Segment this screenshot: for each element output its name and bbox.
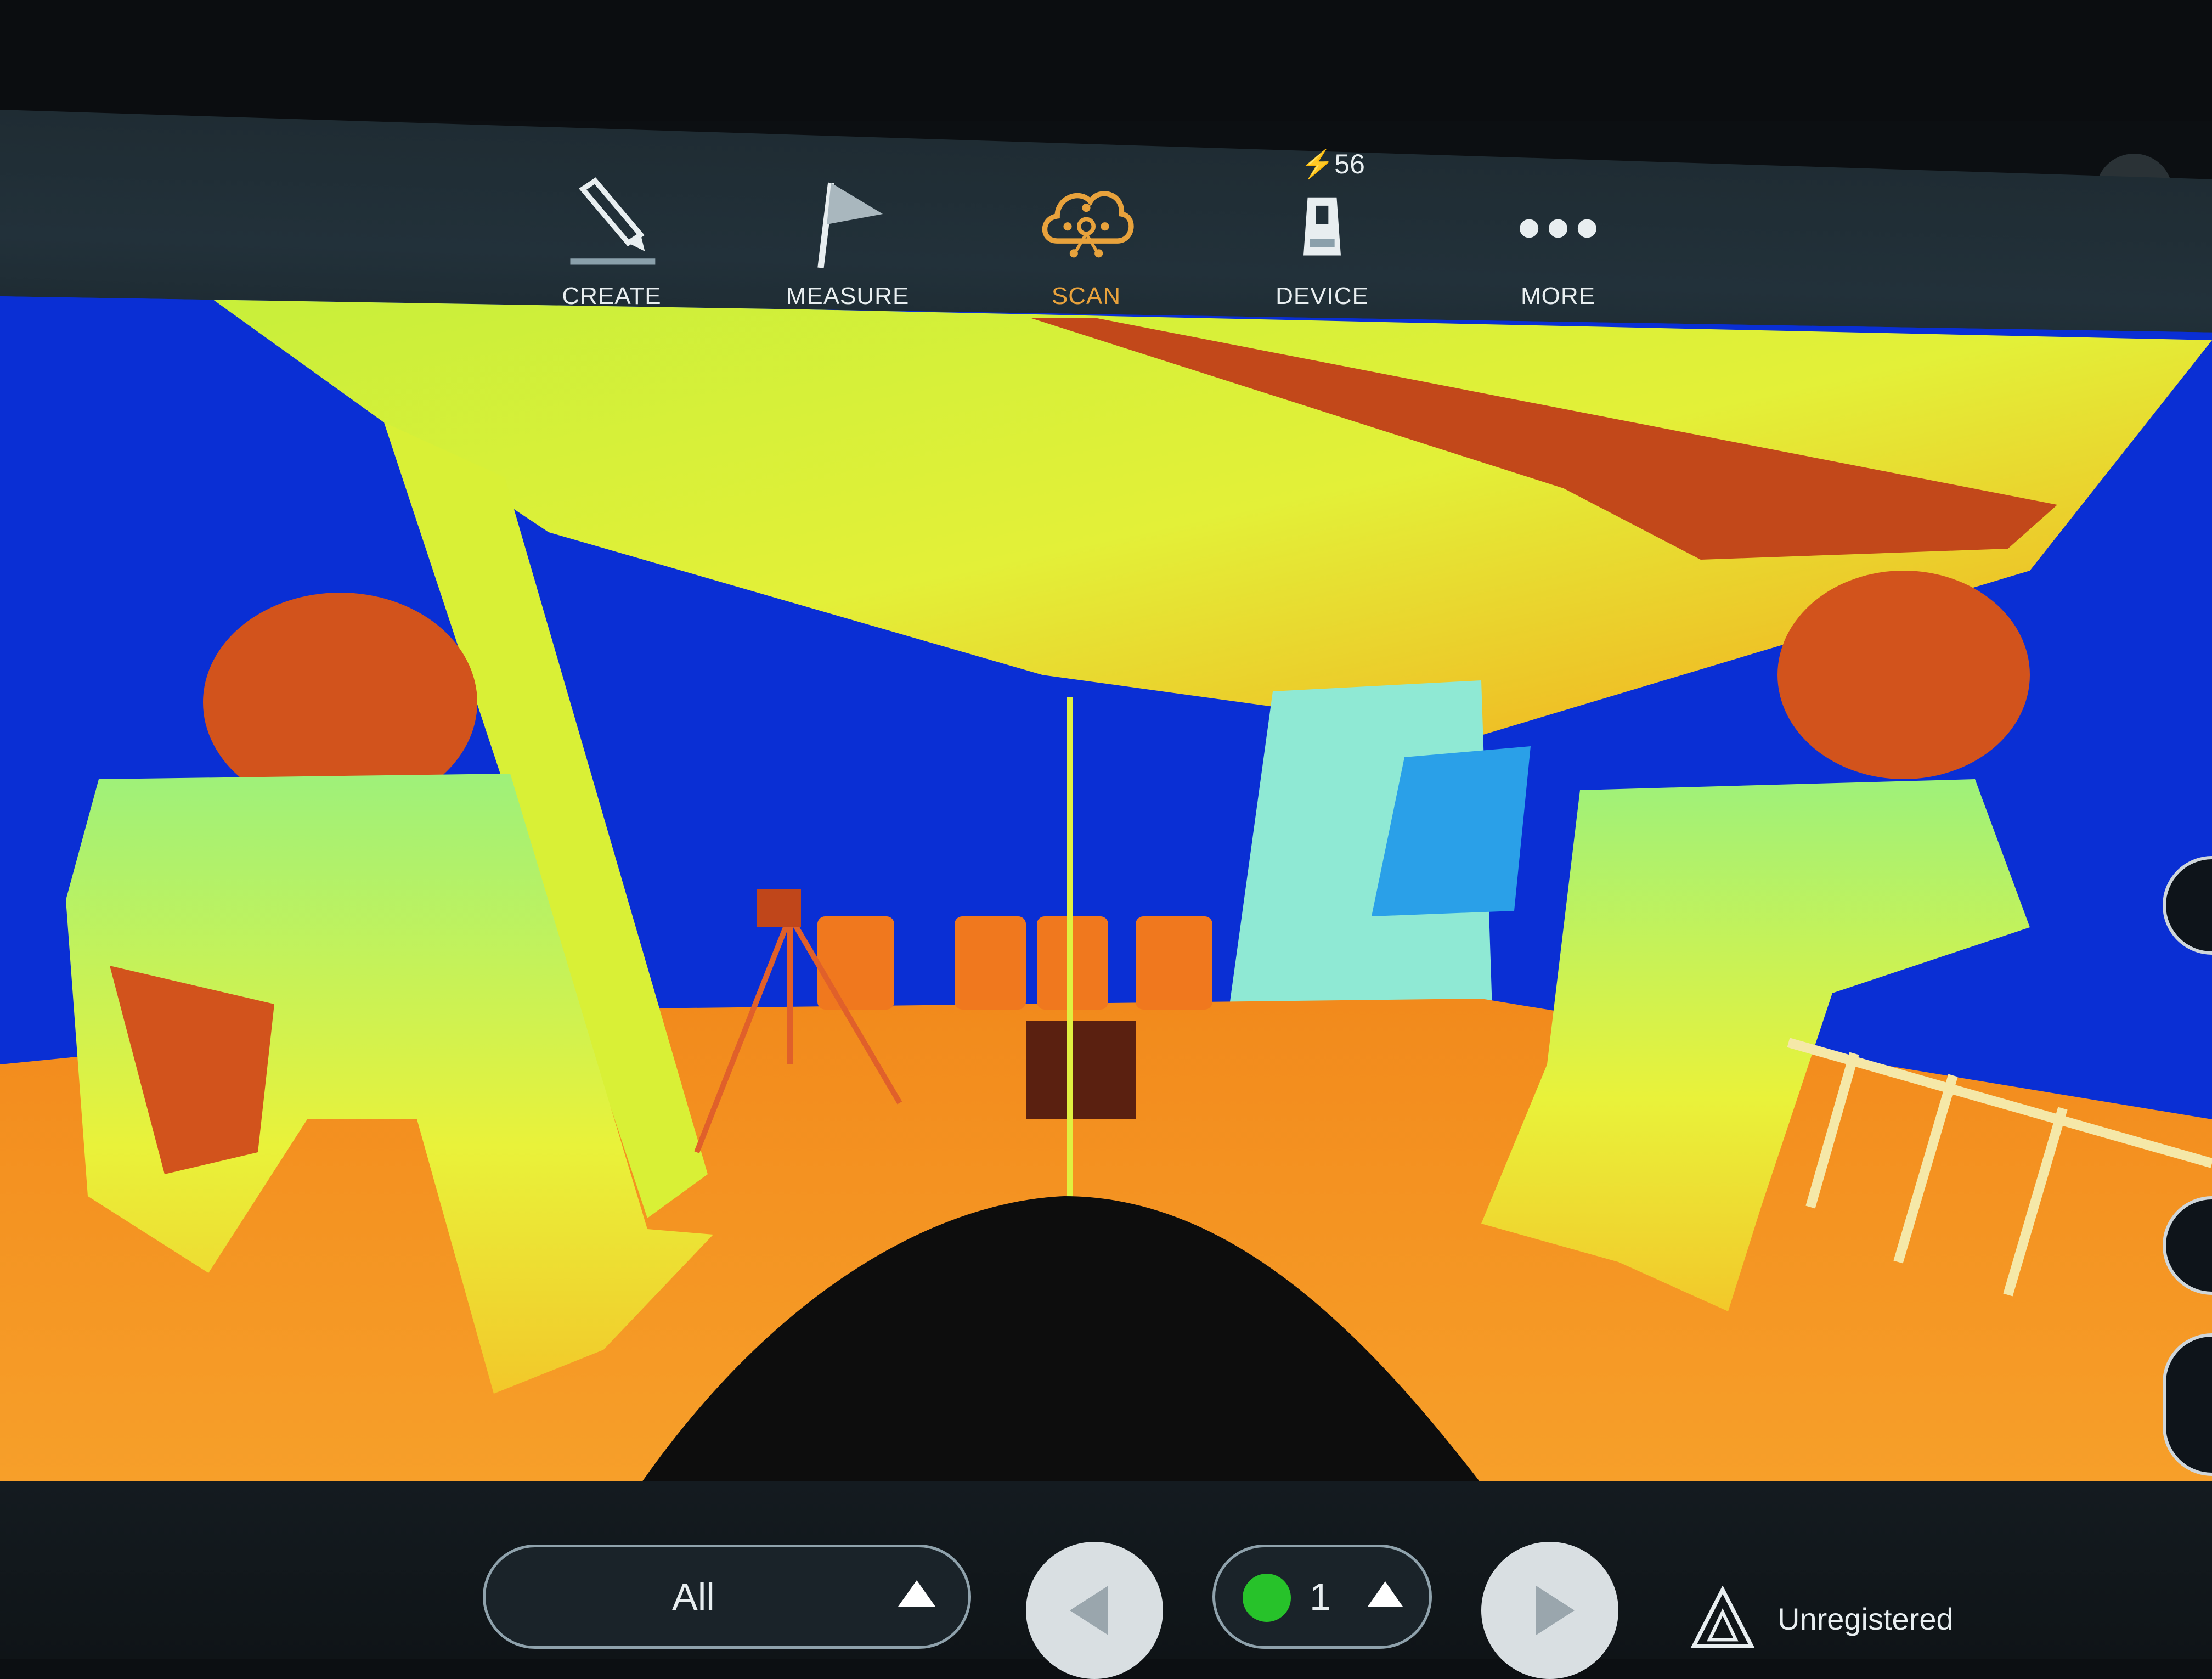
- cloud-scan-icon: [1042, 191, 1134, 258]
- device-label: DEVICE: [1276, 283, 1369, 309]
- triangle-warning-icon: [1690, 1586, 1755, 1648]
- caret-up-icon: [1368, 1581, 1403, 1607]
- point-cloud-render: [0, 296, 2212, 1498]
- more-label: MORE: [1521, 283, 1595, 309]
- next-button[interactable]: [1481, 1542, 1618, 1679]
- filter-select[interactable]: All: [483, 1545, 971, 1649]
- battery-bolt-icon: ⚡: [1300, 149, 1335, 179]
- more-dots-icon: [1520, 219, 1596, 238]
- pencil-icon: [570, 177, 656, 265]
- scanner-device-icon: [1304, 197, 1341, 256]
- previous-button[interactable]: [1026, 1542, 1163, 1679]
- create-button[interactable]: CREATE: [540, 148, 683, 313]
- screen-bezel: [0, 0, 2212, 121]
- flag-icon: [817, 182, 883, 268]
- scan-viewport[interactable]: [0, 296, 2212, 1498]
- arrow-left-icon: [1070, 1586, 1108, 1635]
- measure-button[interactable]: MEASURE: [776, 148, 919, 313]
- status-dot: [1243, 1574, 1291, 1622]
- more-button[interactable]: MORE: [1487, 148, 1629, 313]
- measure-label: MEASURE: [786, 283, 910, 309]
- scan-count-value: 1: [1310, 1575, 1331, 1618]
- filter-value: All: [672, 1575, 715, 1618]
- battery-level: ⚡56: [1300, 148, 1365, 181]
- scan-label: SCAN: [1051, 283, 1121, 309]
- status-text: Unregistered: [1778, 1601, 1954, 1636]
- battery-value: 56: [1334, 149, 1365, 179]
- registration-status: Unregistered: [1690, 1580, 1954, 1657]
- scan-count-select[interactable]: 1: [1212, 1545, 1432, 1649]
- caret-up-icon: [898, 1580, 935, 1607]
- scan-button[interactable]: SCAN: [1015, 148, 1158, 313]
- arrow-right-icon: [1536, 1586, 1575, 1635]
